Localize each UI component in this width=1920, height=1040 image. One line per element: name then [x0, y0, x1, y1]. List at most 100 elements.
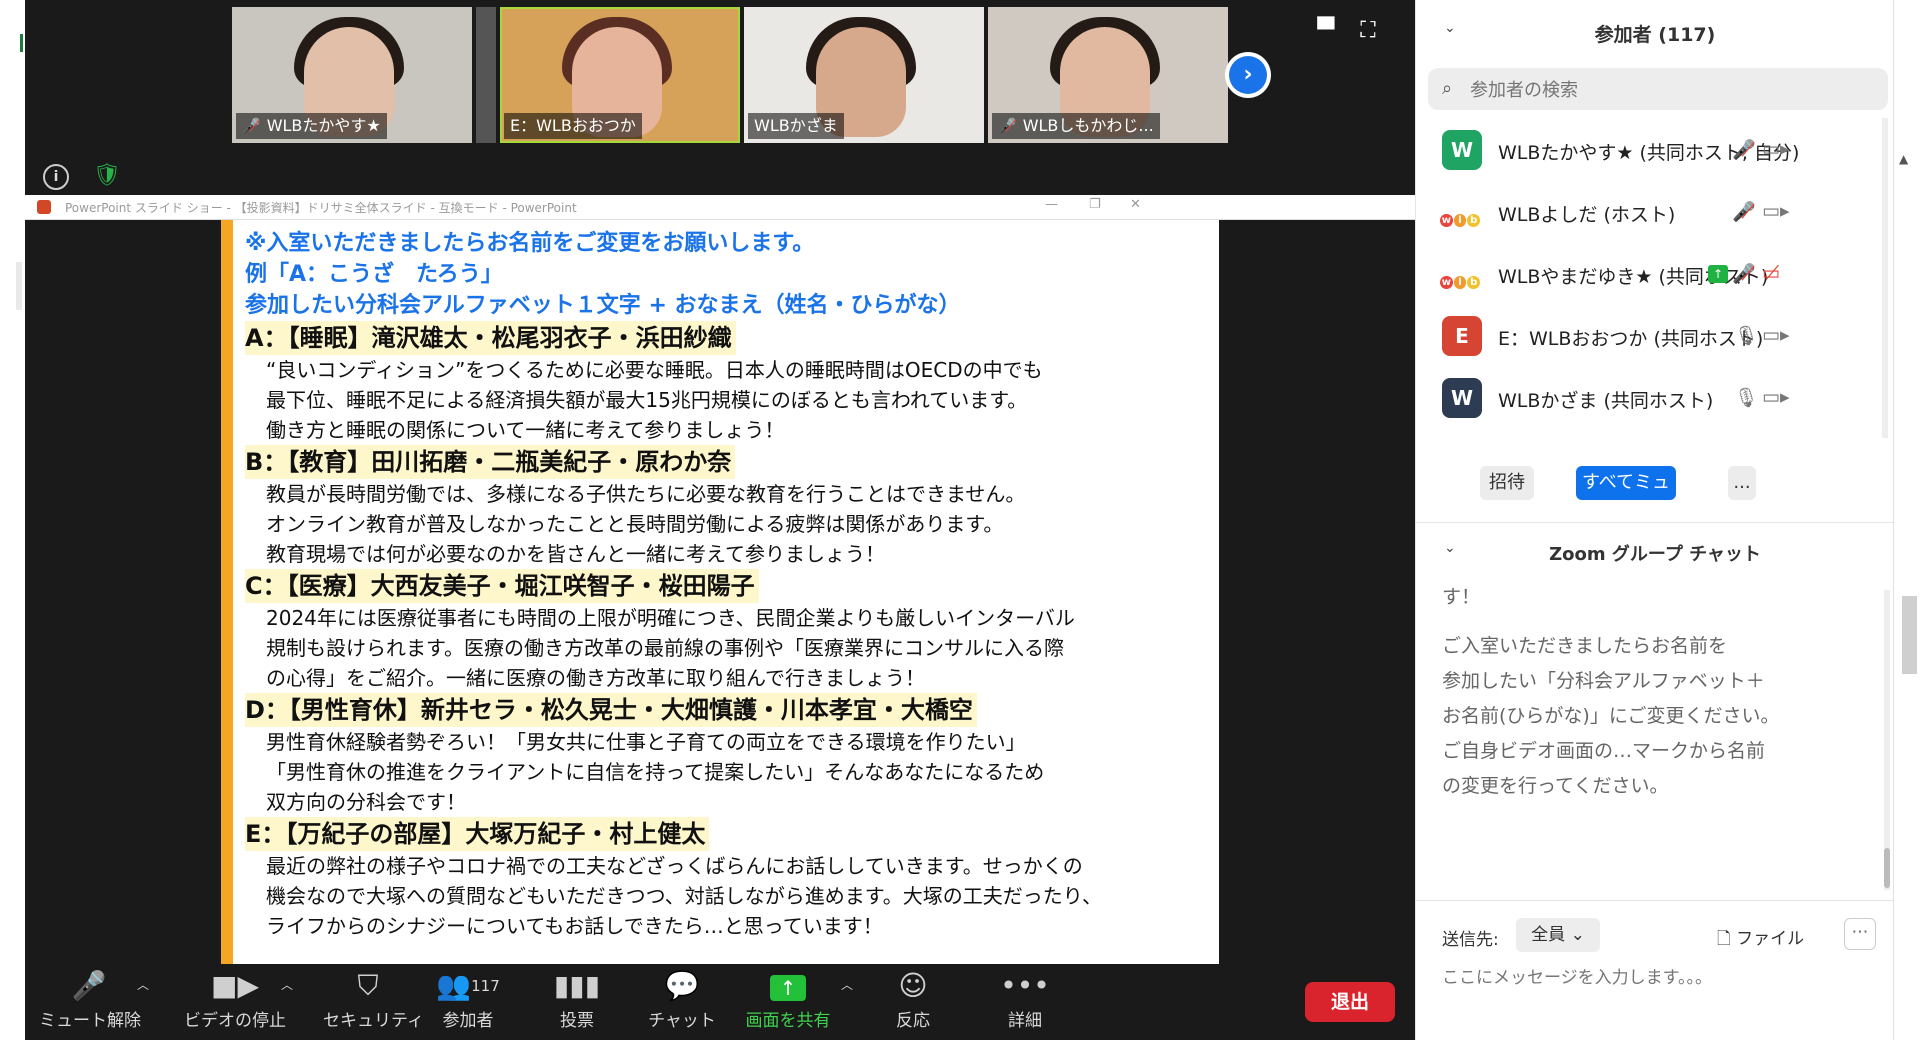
left-window-edge [0, 0, 25, 1040]
participant-list-scrollbar[interactable] [1882, 118, 1888, 438]
chat-scrollbar[interactable] [1884, 590, 1890, 890]
stop-video-button[interactable]: ■▶ ビデオの停止 [175, 964, 295, 1040]
invite-button[interactable]: 招待 [1480, 466, 1534, 500]
audio-options-caret[interactable]: ︿ [137, 976, 149, 993]
reactions-button[interactable]: ☺ 反応 [873, 964, 953, 1040]
chat-message-line: お名前(ひらがな)」にご変更ください。 [1442, 705, 1780, 727]
participant-search[interactable]: ⌕ [1428, 68, 1888, 110]
chat-message-input[interactable] [1440, 962, 1874, 994]
zoom-meeting-window: 🎤̸ WLBたかやす★ E：WLBおおつか WLBかざま 🎤̸ WLBしもかわじ… [25, 0, 1415, 1040]
participants-button[interactable]: 👥117 参加者 [423, 964, 513, 1040]
mic-icon[interactable]: 🎙 [1734, 386, 1758, 409]
participant-row[interactable]: wlb WLBよしだ (ホスト) 🎤̸ ▭▸ [1416, 186, 1894, 248]
section-text: 教育現場では何が必要なのかを皆さんと一緒に考えて参りましょう！ [266, 542, 885, 566]
section-text: 規制も設けられます。医療の働き方改革の最前線の事例や「医療業界にコンサルに入る際 [266, 636, 1064, 660]
close-icon[interactable]: ✕ [1130, 197, 1141, 212]
more-label: 詳細 [1008, 1011, 1042, 1031]
participant-search-input[interactable] [1468, 74, 1872, 106]
chat-messages: す！ ご入室いただきましたらお名前を 参加したい「分科会アルファベット＋ お名前… [1442, 580, 1872, 804]
slide-instruction: ※入室いただきましたらお名前をご変更をお願いします。 [245, 231, 815, 256]
more-button[interactable]: ••• 詳細 [985, 964, 1065, 1040]
video-off-icon[interactable]: ▭̸ [1762, 262, 1780, 284]
scroll-up-icon[interactable]: ▲ [1899, 152, 1908, 166]
page-scrollbar-thumb[interactable] [1902, 596, 1917, 674]
participant-list: W WLBたかやす★ (共同ホスト, 自分) 🎤̸ ▭▸ wlb WLBよしだ … [1416, 124, 1894, 434]
video-tile[interactable]: 🎤̸ WLBたかやす★ [232, 7, 472, 143]
participant-name: WLBよしだ (ホスト) [1498, 204, 1676, 226]
chat-message-line: ご自身ビデオ画面の…マークから名前 [1442, 740, 1766, 762]
mic-muted-icon[interactable]: 🎤̸ [1732, 138, 1756, 161]
powerpoint-titlebar: PowerPoint スライド ショー - 【投影資料】ドリサミ全体スライド -… [25, 195, 1415, 220]
participant-row[interactable]: E E：WLBおおつか (共同ホスト) 🎙 ▭▸ [1416, 310, 1894, 372]
share-options-caret[interactable]: ︿ [841, 976, 853, 993]
video-camera-icon[interactable]: ▭▸ [1762, 386, 1790, 408]
video-tile-partial [476, 7, 496, 143]
slide-instruction: 参加したい分科会アルファベット１文字 + おなまえ（姓名・ひらがな） [245, 293, 961, 318]
minimize-icon[interactable]: — [1045, 197, 1058, 212]
mic-muted-icon[interactable]: 🎤̸ [1732, 262, 1756, 285]
mic-icon[interactable]: 🎙 [1734, 324, 1758, 347]
chat-message-line: 参加したい「分科会アルファベット＋ [1442, 670, 1765, 692]
chat-label: チャット [648, 1011, 716, 1031]
avatar: W [1442, 378, 1482, 418]
fullscreen-icon[interactable]: ⛶ [1355, 18, 1381, 44]
video-nameplate: E：WLBおおつか [504, 113, 642, 139]
mic-muted-icon: 🎤̸ [242, 117, 261, 135]
section-heading-b: B：【教育】田川拓磨・二瓶美紀子・原わか奈 [245, 445, 736, 479]
restore-icon[interactable]: ❐ [1089, 197, 1101, 212]
logo-dot: w [1440, 213, 1453, 227]
video-tile[interactable]: WLBかざま [744, 7, 984, 143]
scrollbar-thumb[interactable] [1884, 848, 1890, 888]
poll-label: 投票 [560, 1011, 594, 1031]
video-camera-icon[interactable]: ▭▸ [1762, 200, 1790, 222]
video-name: WLBたかやす★ [266, 116, 381, 135]
section-text: 最近の弊社の様子やコロナ禍での工夫などざっくばらんにお話ししていきます。せっかく… [266, 854, 1083, 878]
meeting-toolbar: 🎤 ミュート解除 ︿ ■▶ ビデオの停止 ︿ ⛉ セキュリティ 👥117 参加者… [25, 964, 1415, 1040]
info-icon[interactable]: i [43, 164, 69, 190]
chat-more-button[interactable]: ⋯ [1844, 918, 1876, 950]
video-nameplate: 🎤̸ WLBたかやす★ [236, 113, 387, 139]
participant-name: WLBかざま (共同ホスト) [1498, 390, 1714, 412]
next-videos-button[interactable]: › [1225, 52, 1271, 98]
video-camera-icon[interactable]: ▭▸ [1762, 324, 1790, 346]
participant-row[interactable]: wlb WLBやまだゆき★ (共同ホスト) ↑ 🎤̸ ▭̸ [1416, 248, 1894, 310]
slide-content: ※入室いただきましたらお名前をご変更をお願いします。 例「A：こうざ たろう」 … [245, 228, 1205, 941]
logo-dot: l [1453, 275, 1467, 289]
video-camera-icon[interactable]: ▭▸ [1762, 138, 1790, 160]
video-camera-icon: ■▶ [211, 969, 259, 1002]
chevron-right-icon: › [1229, 56, 1267, 94]
more-options-button[interactable]: ... [1728, 466, 1756, 500]
file-button[interactable]: 🗋 ファイル [1717, 924, 1804, 955]
security-label: セキュリティ [323, 1011, 424, 1031]
mic-muted-icon[interactable]: 🎤̸ [1732, 200, 1756, 223]
share-screen-button[interactable]: ↑ 画面を共有 [733, 964, 843, 1040]
video-tile-active-speaker[interactable]: E：WLBおおつか [500, 7, 740, 143]
gallery-view-icon[interactable]: ▀ [1313, 18, 1339, 44]
participants-header: ⌄ 参加者 (117) [1416, 20, 1894, 56]
right-window-edge: ▲ [1893, 0, 1920, 1040]
poll-button[interactable]: ▮▮▮ 投票 [537, 964, 617, 1040]
unmute-button[interactable]: 🎤 ミュート解除 [39, 964, 141, 1040]
unmute-label: ミュート解除 [39, 1011, 141, 1031]
section-text: の心得」をご紹介。一緒に医療の働き方改革に取り組んで行きましょう！ [266, 666, 925, 690]
mic-muted-icon: 🎤̸ [998, 117, 1017, 135]
participant-name: E：WLBおおつか (共同ホスト) [1498, 328, 1764, 350]
participant-row[interactable]: W WLBたかやす★ (共同ホスト, 自分) 🎤̸ ▭▸ [1416, 124, 1894, 186]
chat-button[interactable]: 💬 チャット [637, 964, 727, 1040]
reactions-label: 反応 [896, 1011, 930, 1031]
leave-button[interactable]: 退出 [1305, 982, 1395, 1022]
file-icon: 🗋 [1717, 929, 1731, 949]
video-tile[interactable]: 🎤̸ WLBしもかわじ... [988, 7, 1228, 143]
video-options-caret[interactable]: ︿ [281, 976, 293, 993]
participant-row[interactable]: W WLBかざま (共同ホスト) 🎙 ▭▸ [1416, 372, 1894, 434]
chat-title: Zoom グループ チャット [1549, 544, 1761, 565]
send-to-dropdown[interactable]: 全員 ⌄ [1516, 918, 1600, 952]
shield-icon: ⛉ [357, 969, 379, 1002]
powerpoint-window-title: PowerPoint スライド ショー - 【投影資料】ドリサミ全体スライド -… [65, 201, 577, 215]
mute-all-button[interactable]: すべてミュート [1576, 466, 1676, 527]
video-name: WLBかざま [754, 116, 838, 135]
encryption-shield-icon[interactable]: 🛡 [93, 163, 121, 189]
chat-divider [1416, 900, 1894, 901]
security-button[interactable]: ⛉ セキュリティ [323, 964, 424, 1040]
section-heading-c: C：【医療】大西友美子・堀江咲智子・桜田陽子 [245, 569, 759, 603]
